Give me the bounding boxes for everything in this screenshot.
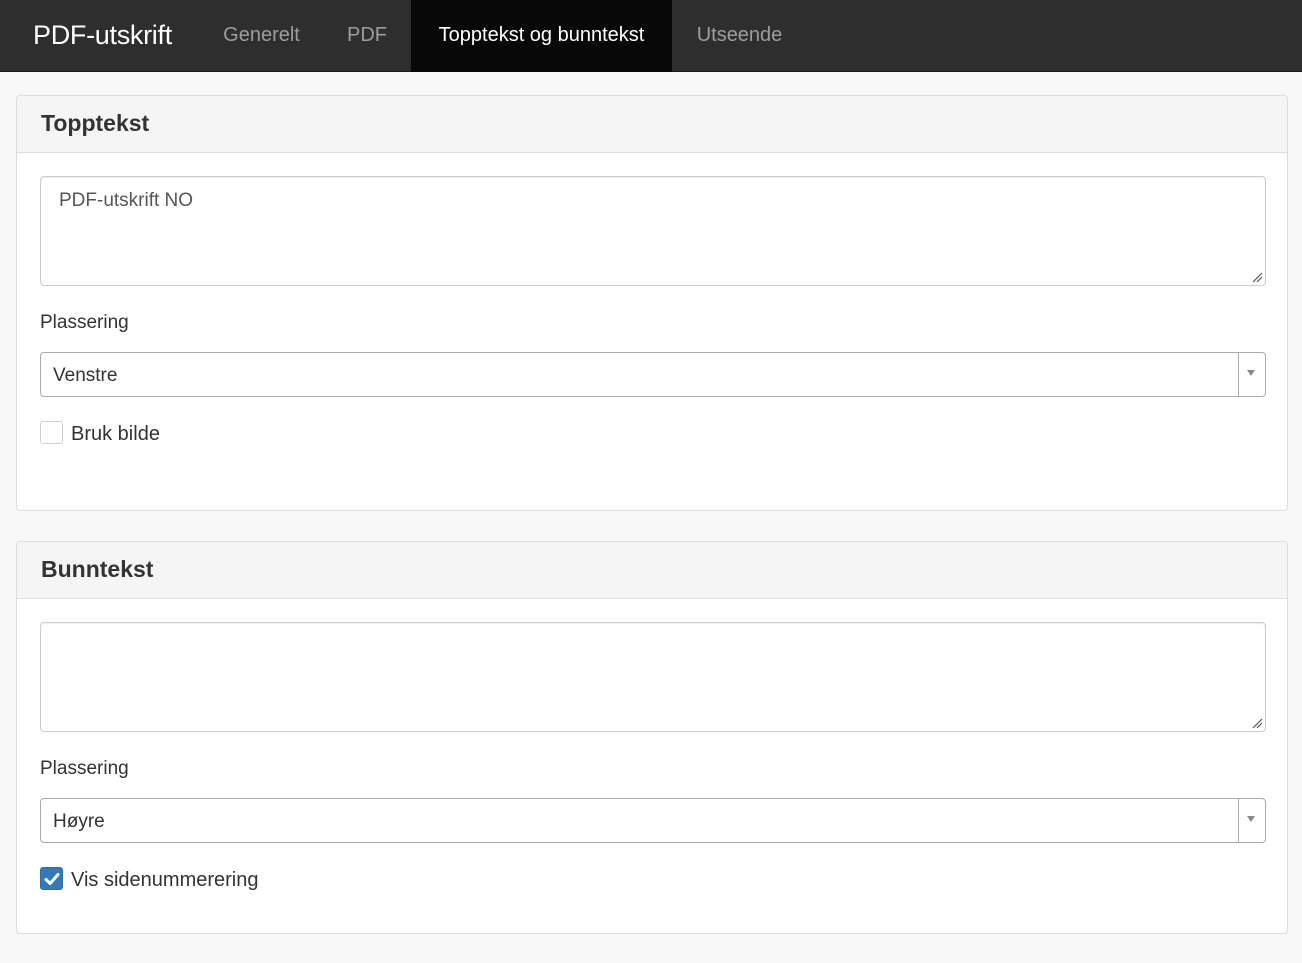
resize-grip-icon[interactable] bbox=[1251, 717, 1263, 729]
panel-title: Bunntekst bbox=[41, 556, 154, 582]
use-image-checkbox[interactable] bbox=[40, 421, 63, 444]
footer-placement-select[interactable]: Høyre bbox=[40, 798, 1266, 843]
use-image-label[interactable]: Bruk bilde bbox=[71, 423, 160, 446]
header-text-input[interactable]: PDF-utskrift NO bbox=[40, 176, 1266, 286]
panel-title: Topptekst bbox=[41, 110, 150, 136]
panel-heading: Bunntekst bbox=[17, 542, 1287, 599]
chevron-down-icon bbox=[1247, 370, 1255, 376]
chevron-down-icon bbox=[1247, 816, 1255, 822]
footer-text-input[interactable] bbox=[40, 622, 1266, 732]
tab-topptekst-og-bunntekst[interactable]: Topptekst og bunntekst bbox=[411, 0, 672, 72]
page-numbering-label[interactable]: Vis sidenummerering bbox=[71, 869, 259, 892]
footer-placement-value: Høyre bbox=[53, 811, 105, 832]
tab-pdf[interactable]: PDF bbox=[324, 0, 410, 72]
page-numbering-checkbox[interactable] bbox=[40, 867, 63, 890]
tab-generelt[interactable]: Generelt bbox=[200, 0, 323, 72]
footer-settings-panel: Bunntekst Plassering Høyre Vis sidenumme… bbox=[16, 541, 1288, 934]
header-placement-label: Plassering bbox=[40, 312, 129, 333]
panel-heading: Topptekst bbox=[17, 96, 1287, 153]
top-navbar: PDF-utskrift Generelt PDF Topptekst og b… bbox=[0, 0, 1302, 72]
header-text-value: PDF-utskrift NO bbox=[59, 190, 194, 211]
header-placement-select[interactable]: Venstre bbox=[40, 352, 1266, 397]
header-placement-value: Venstre bbox=[53, 365, 118, 386]
resize-grip-icon[interactable] bbox=[1251, 271, 1263, 283]
checkmark-icon bbox=[44, 873, 60, 885]
select-arrow-box[interactable] bbox=[1238, 799, 1265, 842]
tab-utseende[interactable]: Utseende bbox=[673, 0, 806, 72]
select-arrow-box[interactable] bbox=[1238, 353, 1265, 396]
header-settings-panel: Topptekst PDF-utskrift NO Plassering Ven… bbox=[16, 95, 1288, 511]
app-brand[interactable]: PDF-utskrift bbox=[33, 0, 172, 72]
footer-placement-label: Plassering bbox=[40, 758, 129, 779]
